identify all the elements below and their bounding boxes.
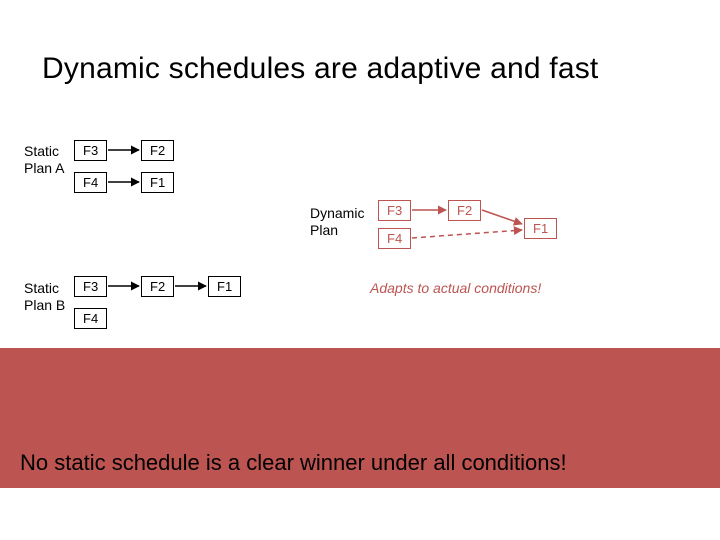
node-b-f1: F1 [208,276,241,297]
adapts-caption: Adapts to actual conditions! [370,280,541,296]
dynamic-plan-label: Dynamic Plan [310,205,372,239]
node-dyn-f3: F3 [378,200,411,221]
node-b-f4: F4 [74,308,107,329]
static-plan-a-label: Static Plan A [24,143,70,177]
node-a-f3: F3 [74,140,107,161]
node-dyn-f1: F1 [524,218,557,239]
node-b-f3: F3 [74,276,107,297]
node-a-f2: F2 [141,140,174,161]
node-a-f1: F1 [141,172,174,193]
node-a-f4: F4 [74,172,107,193]
node-b-f2: F2 [141,276,174,297]
arrow-dyn-f4-f1 [412,230,522,238]
conclusion-text: No static schedule is a clear winner und… [20,450,700,476]
static-plan-b-label: Static Plan B [24,280,70,314]
arrow-dyn-f2-f1 [482,210,522,224]
node-dyn-f2: F2 [448,200,481,221]
node-dyn-f4: F4 [378,228,411,249]
slide-title: Dynamic schedules are adaptive and fast [42,52,598,86]
